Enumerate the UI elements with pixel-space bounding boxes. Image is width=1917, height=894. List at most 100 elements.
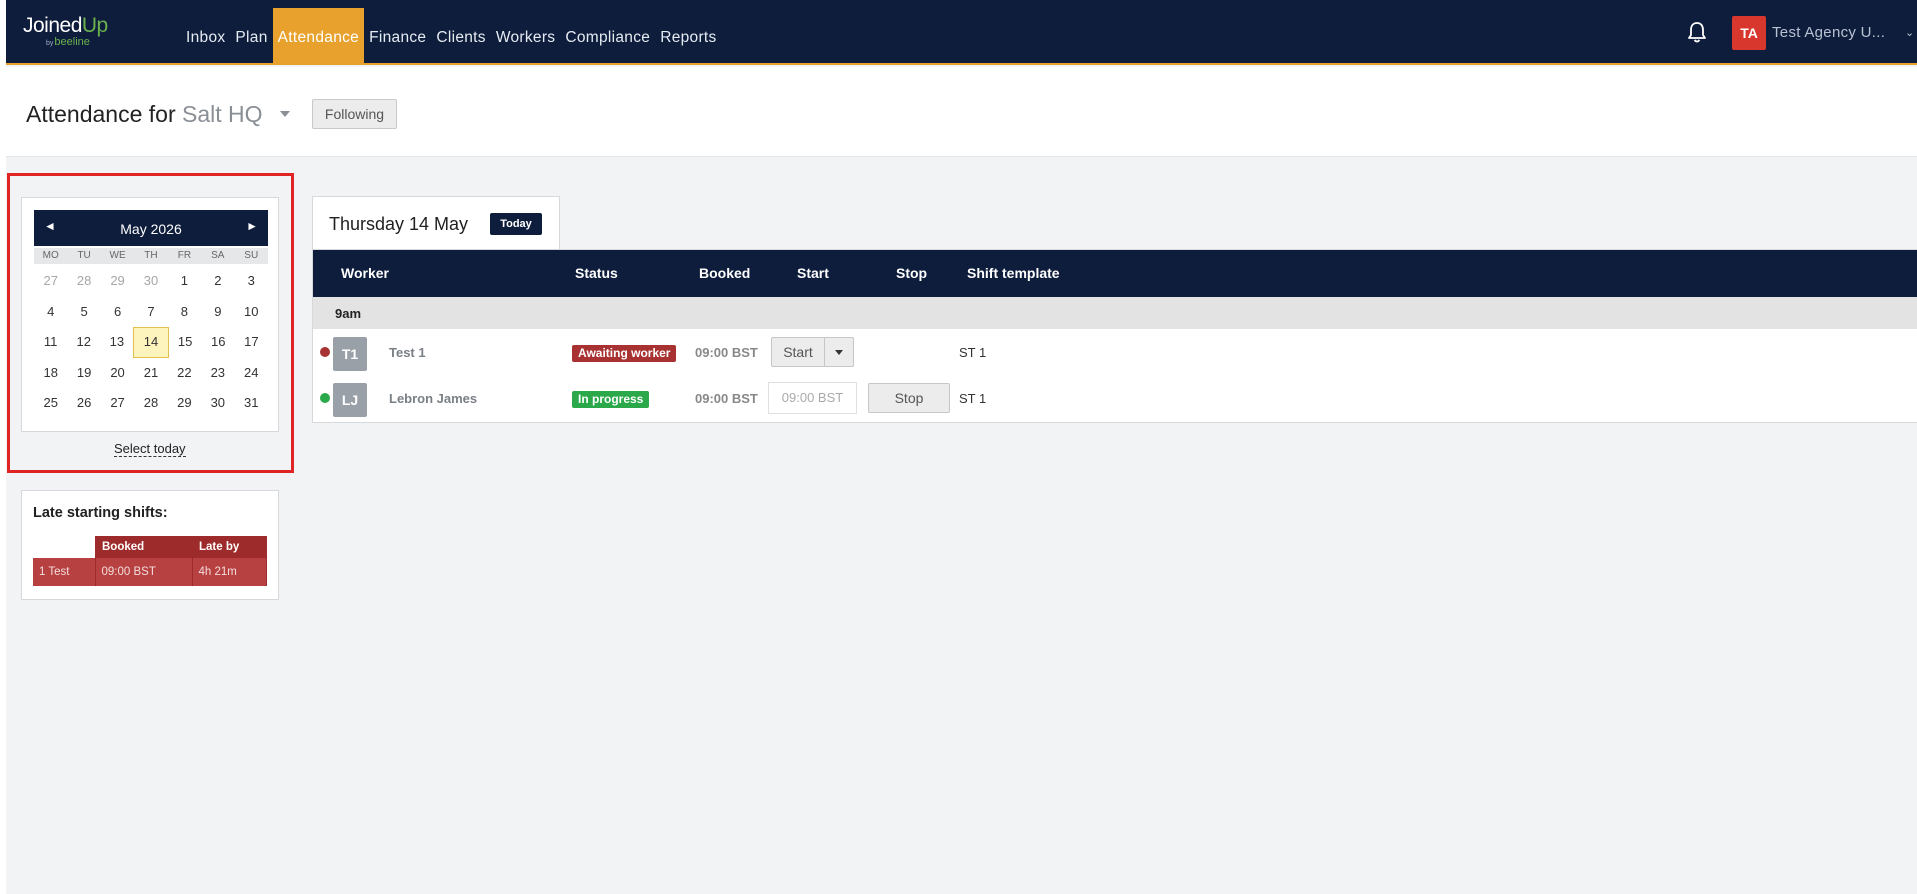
calendar-week: 27 28 29 30 1 2 3 [34, 266, 268, 297]
calendar-day[interactable]: 7 [134, 297, 167, 328]
col-stop: Stop [896, 265, 928, 281]
nav-item-inbox[interactable]: Inbox [181, 8, 230, 65]
calendar-day[interactable]: 31 [235, 388, 268, 419]
calendar-day[interactable]: 1 [168, 266, 201, 297]
user-name[interactable]: Test Agency U... [1772, 24, 1885, 41]
calendar-day[interactable]: 11 [34, 327, 67, 358]
brand-sub-by: by [46, 40, 54, 47]
calendar-day[interactable]: 15 [169, 327, 202, 358]
brand-sub: bybeeline [46, 36, 90, 48]
calendar-day[interactable]: 6 [101, 297, 134, 328]
app-root: JoinedUp bybeeline Inbox Plan Attendance… [6, 0, 1917, 894]
site-caret-down-icon[interactable] [280, 111, 290, 117]
weekday-label: TH [144, 250, 158, 261]
bell-icon[interactable] [1686, 20, 1708, 44]
table-row: T1 Test 1 Awaiting worker 09:00 BST Star… [313, 329, 1917, 375]
calendar-day[interactable]: 30 [201, 388, 234, 419]
nav-item-reports[interactable]: Reports [655, 8, 721, 65]
calendar-day[interactable]: 26 [67, 388, 100, 419]
nav-item-finance[interactable]: Finance [364, 8, 431, 65]
calendar-day[interactable]: 2 [201, 266, 234, 297]
weekday-label: MO [42, 250, 59, 261]
nav-item-clients[interactable]: Clients [431, 8, 490, 65]
calendar-day[interactable]: 19 [67, 358, 100, 389]
calendar-day[interactable]: 28 [67, 266, 100, 297]
calendar-day[interactable]: 12 [67, 327, 100, 358]
calendar-day[interactable]: 25 [34, 388, 67, 419]
time-group-label: 9am [335, 306, 362, 321]
nav-item-compliance[interactable]: Compliance [560, 8, 655, 65]
select-today-link[interactable]: Select today [114, 442, 186, 457]
worker-avatar: LJ [333, 383, 367, 417]
calendar-day[interactable]: 20 [101, 358, 134, 389]
table-row[interactable]: 1 Test 09:00 BST 4h 21m [33, 558, 267, 586]
status-dot [320, 347, 330, 357]
brand-name-a: Joined [23, 14, 82, 37]
calendar-day[interactable]: 3 [235, 266, 268, 297]
calendar-day[interactable]: 30 [134, 266, 167, 297]
following-button[interactable]: Following [312, 99, 397, 129]
col-worker: Worker [341, 265, 389, 281]
booked-time: 09:00 BST [695, 391, 758, 406]
late-col-worker [33, 536, 95, 558]
calendar-day[interactable]: 28 [134, 388, 167, 419]
today-button[interactable]: Today [490, 213, 542, 235]
calendar-day[interactable]: 27 [101, 388, 134, 419]
status-dot [320, 393, 330, 403]
late-shifts-card: Late starting shifts: Booked Late by 1 T… [21, 490, 279, 600]
start-time-input[interactable]: 09:00 BST [768, 382, 857, 414]
worker-name[interactable]: Lebron James [389, 391, 477, 406]
calendar-week: 25 26 27 28 29 30 31 [34, 388, 268, 419]
col-status: Status [575, 265, 618, 281]
shift-template: ST 1 [959, 345, 987, 360]
status-badge: In progress [572, 391, 650, 408]
weekday-label: WE [109, 250, 126, 261]
calendar-day[interactable]: 4 [34, 297, 67, 328]
booked-time: 09:00 BST [695, 345, 758, 360]
page-title-prefix: Attendance for [26, 101, 176, 127]
calendar-day[interactable]: 29 [168, 388, 201, 419]
nav-item-plan[interactable]: Plan [230, 8, 272, 65]
calendar-day[interactable]: 21 [134, 358, 167, 389]
calendar-day[interactable]: 27 [34, 266, 67, 297]
weekday-label: TU [77, 250, 91, 261]
stop-button[interactable]: Stop [868, 383, 950, 413]
calendar-day[interactable]: 24 [235, 358, 268, 389]
calendar-month-label: May 2026 [120, 221, 182, 237]
late-col-booked: Booked [95, 536, 192, 558]
nav-item-workers[interactable]: Workers [491, 8, 561, 65]
calendar-week: 4 5 6 7 8 9 10 [34, 297, 268, 328]
weekday-label: SA [211, 250, 225, 261]
site-selector[interactable]: Salt HQ [182, 101, 263, 127]
time-group-row: 9am [313, 297, 1917, 329]
calendar-week: 11 12 13 14 15 16 17 [34, 327, 268, 358]
nav-item-attendance[interactable]: Attendance [272, 8, 365, 65]
table-row: LJ Lebron James In progress 09:00 BST 09… [313, 375, 1917, 421]
start-button[interactable]: Start [772, 338, 824, 366]
worker-name[interactable]: Test 1 [389, 345, 426, 360]
user-avatar[interactable]: TA [1732, 16, 1766, 50]
calendar-day[interactable]: 17 [235, 327, 268, 358]
calendar-next-icon[interactable]: ► [246, 219, 258, 233]
late-cell-worker: 1 Test [33, 558, 96, 586]
calendar-day[interactable]: 16 [202, 327, 235, 358]
calendar-day[interactable]: 29 [101, 266, 134, 297]
calendar-day[interactable]: 10 [235, 297, 268, 328]
calendar-day[interactable]: 13 [100, 327, 133, 358]
calendar-day[interactable]: 5 [67, 297, 100, 328]
calendar-card: ◄ May 2026 ► MO TU WE TH FR SA SU 27 28 … [21, 197, 279, 432]
calendar-day[interactable]: 18 [34, 358, 67, 389]
brand-logo[interactable]: JoinedUp [23, 14, 108, 38]
calendar-day[interactable]: 23 [201, 358, 234, 389]
brand-name-b: Up [81, 14, 108, 37]
calendar-header: ◄ May 2026 ► [34, 210, 268, 246]
calendar-day-selected[interactable]: 14 [133, 327, 169, 358]
calendar-day[interactable]: 22 [168, 358, 201, 389]
calendar-day[interactable]: 8 [168, 297, 201, 328]
calendar-weekdays: MO TU WE TH FR SA SU [34, 248, 268, 264]
shifts-table: Worker Status Booked Start Stop Shift te… [312, 249, 1917, 423]
chevron-down-icon[interactable]: ⌄ [1905, 26, 1914, 39]
start-options-button[interactable] [824, 338, 853, 366]
late-cell-booked: 09:00 BST [95, 558, 193, 586]
calendar-day[interactable]: 9 [201, 297, 234, 328]
